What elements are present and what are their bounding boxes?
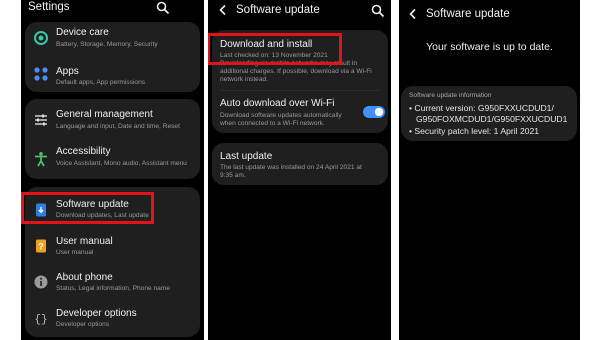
software-update-title: Software update — [236, 4, 320, 16]
divider — [220, 90, 380, 91]
last-update-label: Last update — [220, 151, 273, 162]
accessibility-label: Accessibility — [56, 146, 111, 157]
apps-subtitle: Default apps, App permissions — [56, 79, 146, 86]
developer-options-label: Developer options — [56, 308, 137, 319]
about-phone-subtitle: Status, Legal information, Phone name — [56, 285, 170, 292]
security-patch-line: • Security patch level: 1 April 2021 — [409, 126, 540, 136]
software-update-highlight — [21, 192, 154, 224]
auto-download-item[interactable]: Auto download over Wi-Fi Download softwa… — [212, 92, 388, 132]
apps-label: Apps — [56, 66, 79, 77]
developer-options-icon: {} — [33, 310, 49, 326]
user-manual-subtitle: User manual — [56, 249, 94, 256]
software-update-title: Software update — [426, 8, 510, 20]
back-icon[interactable] — [218, 4, 228, 16]
update-info-heading: Software update information — [409, 92, 492, 99]
download-note-line3: network instead. — [220, 76, 269, 83]
about-phone-label: About phone — [56, 272, 113, 283]
user-manual-label: User manual — [56, 236, 113, 247]
settings-item-about-phone[interactable]: About phone Status, Legal information, P… — [25, 265, 200, 299]
developer-options-subtitle: Developer options — [56, 321, 110, 328]
back-icon[interactable] — [408, 8, 418, 20]
user-manual-icon: ? — [33, 238, 49, 254]
settings-item-developer-options[interactable]: {} Developer options Developer options — [25, 301, 200, 335]
svg-text:?: ? — [38, 242, 44, 252]
accessibility-icon — [33, 151, 49, 167]
settings-panel: Settings Device care Battery, Storage, M… — [21, 0, 204, 340]
settings-item-general-management[interactable]: General management Language and input, D… — [25, 103, 200, 141]
svg-text:{}: {} — [34, 314, 47, 326]
accessibility-subtitle: Voice Assistant, Mono audio, Assistant m… — [56, 160, 187, 167]
auto-download-line2: when connected to a Wi-Fi network. — [220, 120, 325, 127]
auto-download-toggle[interactable] — [363, 106, 385, 118]
settings-item-device-care[interactable]: Device care Battery, Storage, Memory, Se… — [25, 22, 200, 58]
device-care-label: Device care — [56, 27, 109, 38]
update-status-panel: Software update Your software is up to d… — [399, 0, 580, 340]
apps-icon — [33, 66, 49, 82]
settings-item-user-manual[interactable]: ? User manual User manual — [25, 229, 200, 263]
current-version-continued: G950FOXMCDUD1/G950FXXUCDUD1 — [416, 114, 568, 124]
settings-item-accessibility[interactable]: Accessibility Voice Assistant, Mono audi… — [25, 141, 200, 179]
device-care-icon — [33, 30, 49, 46]
auto-download-label: Auto download over Wi-Fi — [220, 98, 335, 109]
general-management-icon — [33, 112, 49, 128]
settings-item-apps[interactable]: Apps Default apps, App permissions — [25, 58, 200, 92]
device-care-subtitle: Battery, Storage, Memory, Security — [56, 41, 158, 48]
last-update-line2: 9:35 am. — [220, 172, 246, 179]
current-version-line: • Current version: G950FXXUCDUD1/ — [409, 103, 554, 113]
general-management-subtitle: Language and input, Date and time, Reset — [56, 123, 180, 130]
software-update-panel: Software update Download and install Las… — [208, 0, 391, 340]
download-and-install-highlight — [208, 33, 342, 65]
settings-title: Settings — [28, 1, 70, 13]
search-icon[interactable] — [371, 4, 385, 18]
general-management-label: General management — [56, 109, 153, 120]
search-icon[interactable] — [156, 1, 170, 15]
about-phone-icon — [33, 274, 49, 290]
up-to-date-message: Your software is up to date. — [426, 41, 553, 53]
last-update-item[interactable]: Last update The last update was installe… — [212, 143, 388, 185]
